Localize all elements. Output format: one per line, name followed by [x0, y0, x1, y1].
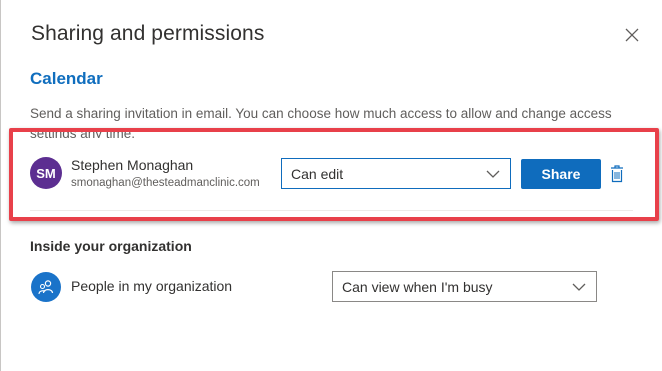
dialog-title: Sharing and permissions [31, 22, 265, 45]
close-button[interactable] [621, 24, 643, 46]
sharing-dialog: Sharing and permissions Calendar Send a … [0, 0, 662, 371]
organization-permission-select[interactable]: Can view when I'm busy [332, 271, 597, 302]
calendar-section-title: Calendar [30, 69, 103, 88]
highlight-annotation-box [9, 128, 659, 221]
people-icon [31, 272, 61, 302]
chevron-down-icon [572, 283, 586, 291]
organization-label: People in my organization [71, 278, 233, 294]
organization-permission-value: Can view when I'm busy [342, 278, 493, 295]
organization-section-title: Inside your organization [30, 238, 192, 254]
close-icon [625, 28, 639, 42]
